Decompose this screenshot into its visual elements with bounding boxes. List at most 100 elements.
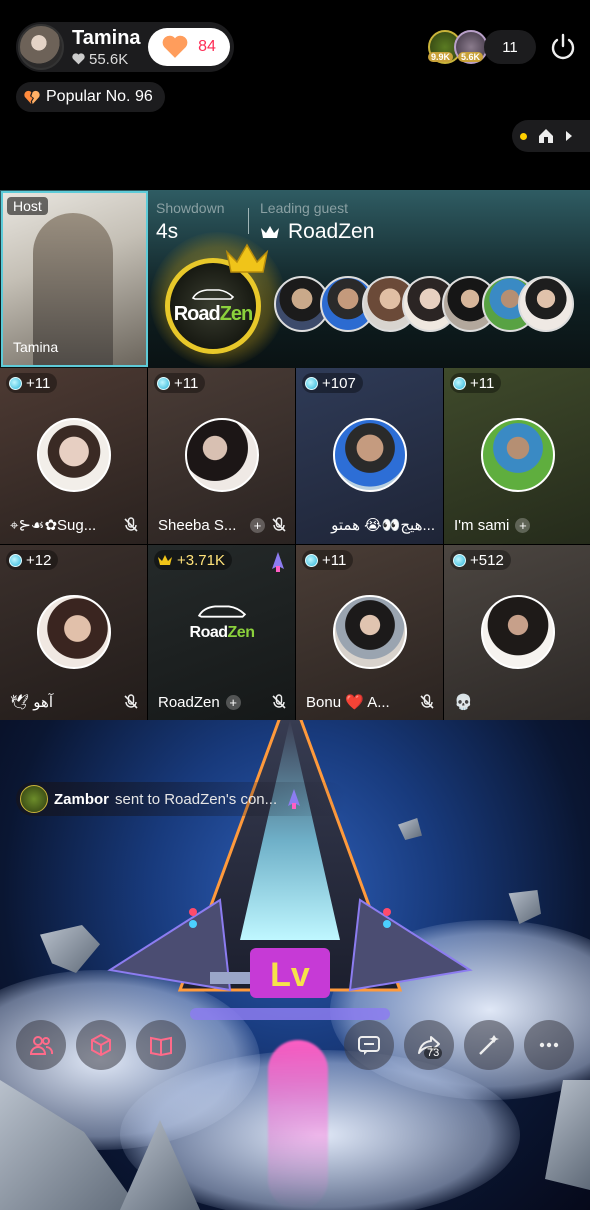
leading-guest-label: Leading guest xyxy=(260,200,348,216)
host-name: Tamina xyxy=(72,26,141,49)
showdown-panel: Host Tamina Showdown 4s Leading guest Ro… xyxy=(0,190,590,368)
book-icon xyxy=(150,1036,172,1057)
leading-guest[interactable]: RoadZen xyxy=(260,220,374,244)
guest-tile-footer: I'm sami + xyxy=(454,514,583,536)
chat-icon xyxy=(358,1036,380,1055)
divider xyxy=(248,208,249,234)
guest-avatar xyxy=(481,595,555,669)
host-info: Tamina 55.6K xyxy=(72,27,141,68)
host-avatar[interactable] xyxy=(18,24,64,70)
edit-button[interactable] xyxy=(464,1020,514,1070)
car-logo-icon xyxy=(191,288,235,300)
guest-avatar xyxy=(333,595,407,669)
mic-muted-icon xyxy=(272,517,286,532)
guest-tile[interactable]: +107 هيج👀😭 همتو... xyxy=(296,368,443,544)
popular-rank-text: Popular No. 96 xyxy=(46,88,153,105)
host-likes-count: 55.6K xyxy=(89,50,129,68)
guest-tile[interactable]: +512 💀 xyxy=(444,545,590,721)
mic-muted-icon xyxy=(124,694,138,709)
guests-button[interactable] xyxy=(16,1020,66,1070)
rocket-gift-icon xyxy=(272,552,284,572)
gift-badge: +11 xyxy=(6,373,58,393)
guest-avatar[interactable] xyxy=(518,276,574,332)
guest-tile[interactable]: +3.71K RoadZen RoadZen + xyxy=(148,545,295,721)
host-likes: 55.6K xyxy=(72,51,141,68)
effects-button[interactable] xyxy=(76,1020,126,1070)
gift-badge: +11 xyxy=(302,550,354,570)
guest-avatar xyxy=(333,418,407,492)
gift-notification: Zambor sent to RoadZen's con... xyxy=(16,782,346,816)
gem-icon xyxy=(453,553,466,567)
gem-icon xyxy=(9,553,22,567)
follow-plus-icon[interactable]: + xyxy=(225,694,241,710)
roadzen-logo: RoadZen xyxy=(186,603,258,642)
people-icon xyxy=(29,1036,54,1055)
follow-plus-icon[interactable]: + xyxy=(515,517,531,533)
book-button[interactable] xyxy=(136,1020,186,1070)
guest-tile-footer: Bonu ❤️ A... xyxy=(306,691,435,713)
share-count: 73 xyxy=(424,1047,443,1059)
guest-tile-footer: RoadZen + xyxy=(158,691,287,713)
gem-icon xyxy=(305,376,318,390)
heart-icon xyxy=(162,35,188,58)
guest-grid: +11 ⌖⊱☙✿Sug... +11 Sheeba S... + +107 هي… xyxy=(0,368,590,721)
rocket-illustration: Lv xyxy=(107,720,473,1020)
guest-tile-footer: هيج👀😭 همتو... xyxy=(306,514,435,536)
guest-name: Bonu ❤️ A... xyxy=(306,694,390,711)
power-icon[interactable] xyxy=(548,32,578,62)
guest-tile[interactable]: +11 Sheeba S... + xyxy=(148,368,295,544)
follow-button[interactable]: 84 xyxy=(148,28,230,66)
host-video-tile[interactable]: Host Tamina xyxy=(1,191,148,367)
more-button[interactable] xyxy=(524,1020,574,1070)
guest-name: 🕊 آهو xyxy=(10,694,54,711)
gift-badge: +11 xyxy=(154,373,206,393)
showdown-timer: 4s xyxy=(156,220,179,243)
gift-message: sent to RoadZen's con... xyxy=(115,790,278,808)
guest-name: Sheeba S... xyxy=(158,516,237,534)
cube-icon xyxy=(91,1033,111,1057)
guest-name: RoadZen xyxy=(158,693,220,711)
sender-name: Zambor xyxy=(54,790,110,808)
guest-name: ⌖⊱☙✿Sug... xyxy=(10,517,97,534)
guest-tile[interactable]: +11 ⌖⊱☙✿Sug... xyxy=(0,368,147,544)
top-bar: Tamina 55.6K 84 Popular No. 96 9.9K 5.6K… xyxy=(0,0,590,190)
crown-icon xyxy=(261,226,279,238)
mic-muted-icon xyxy=(124,517,138,532)
mini-tools-pill[interactable] xyxy=(512,120,590,152)
guest-avatar xyxy=(481,418,555,492)
showdown-label: Showdown xyxy=(156,200,225,216)
leading-guest-name: RoadZen xyxy=(288,220,375,243)
mic-muted-icon xyxy=(420,694,434,709)
guest-tile[interactable]: +11 Bonu ❤️ A... xyxy=(296,545,443,721)
guest-tile-footer: 🕊 آهو xyxy=(10,691,139,713)
home-icon[interactable] xyxy=(537,127,555,145)
follow-plus-icon[interactable]: + xyxy=(250,517,265,533)
popular-rank-pill[interactable]: Popular No. 96 xyxy=(16,82,165,112)
host-info-pill[interactable]: Tamina 55.6K 84 xyxy=(16,22,234,72)
more-icon xyxy=(539,1042,559,1048)
share-button[interactable]: 73 xyxy=(404,1020,454,1070)
guest-tile-footer: 💀 xyxy=(454,691,583,713)
follow-count: 84 xyxy=(198,38,216,55)
top-viewers[interactable]: 9.9K 5.6K xyxy=(428,30,490,64)
gem-icon xyxy=(157,376,170,390)
rocket-gift-icon xyxy=(288,789,301,809)
guest-tile[interactable]: +11 I'm sami + xyxy=(444,368,590,544)
comment-button[interactable] xyxy=(344,1020,394,1070)
badge-logo-text: RoadZen xyxy=(173,302,254,325)
bottom-action-bar: 73 xyxy=(0,1020,590,1072)
gift-badge: +512 xyxy=(450,550,511,570)
guest-avatar xyxy=(37,595,111,669)
car-logo-icon xyxy=(197,605,247,618)
sender-avatar[interactable] xyxy=(20,785,48,813)
guest-tile[interactable]: +12 🕊 آهو xyxy=(0,545,147,721)
heart-small-icon xyxy=(72,53,85,65)
gift-badge: +3.71K xyxy=(154,550,232,570)
guest-name: هيج👀😭 همتو... xyxy=(331,517,435,534)
crown-icon xyxy=(158,555,172,565)
chevron-right-icon[interactable] xyxy=(565,131,573,141)
top-viewer-score: 5.6K xyxy=(458,52,484,62)
gift-badge: +12 xyxy=(6,550,59,570)
svg-text:Lv: Lv xyxy=(270,956,310,994)
viewer-count[interactable]: 11 xyxy=(484,30,536,64)
